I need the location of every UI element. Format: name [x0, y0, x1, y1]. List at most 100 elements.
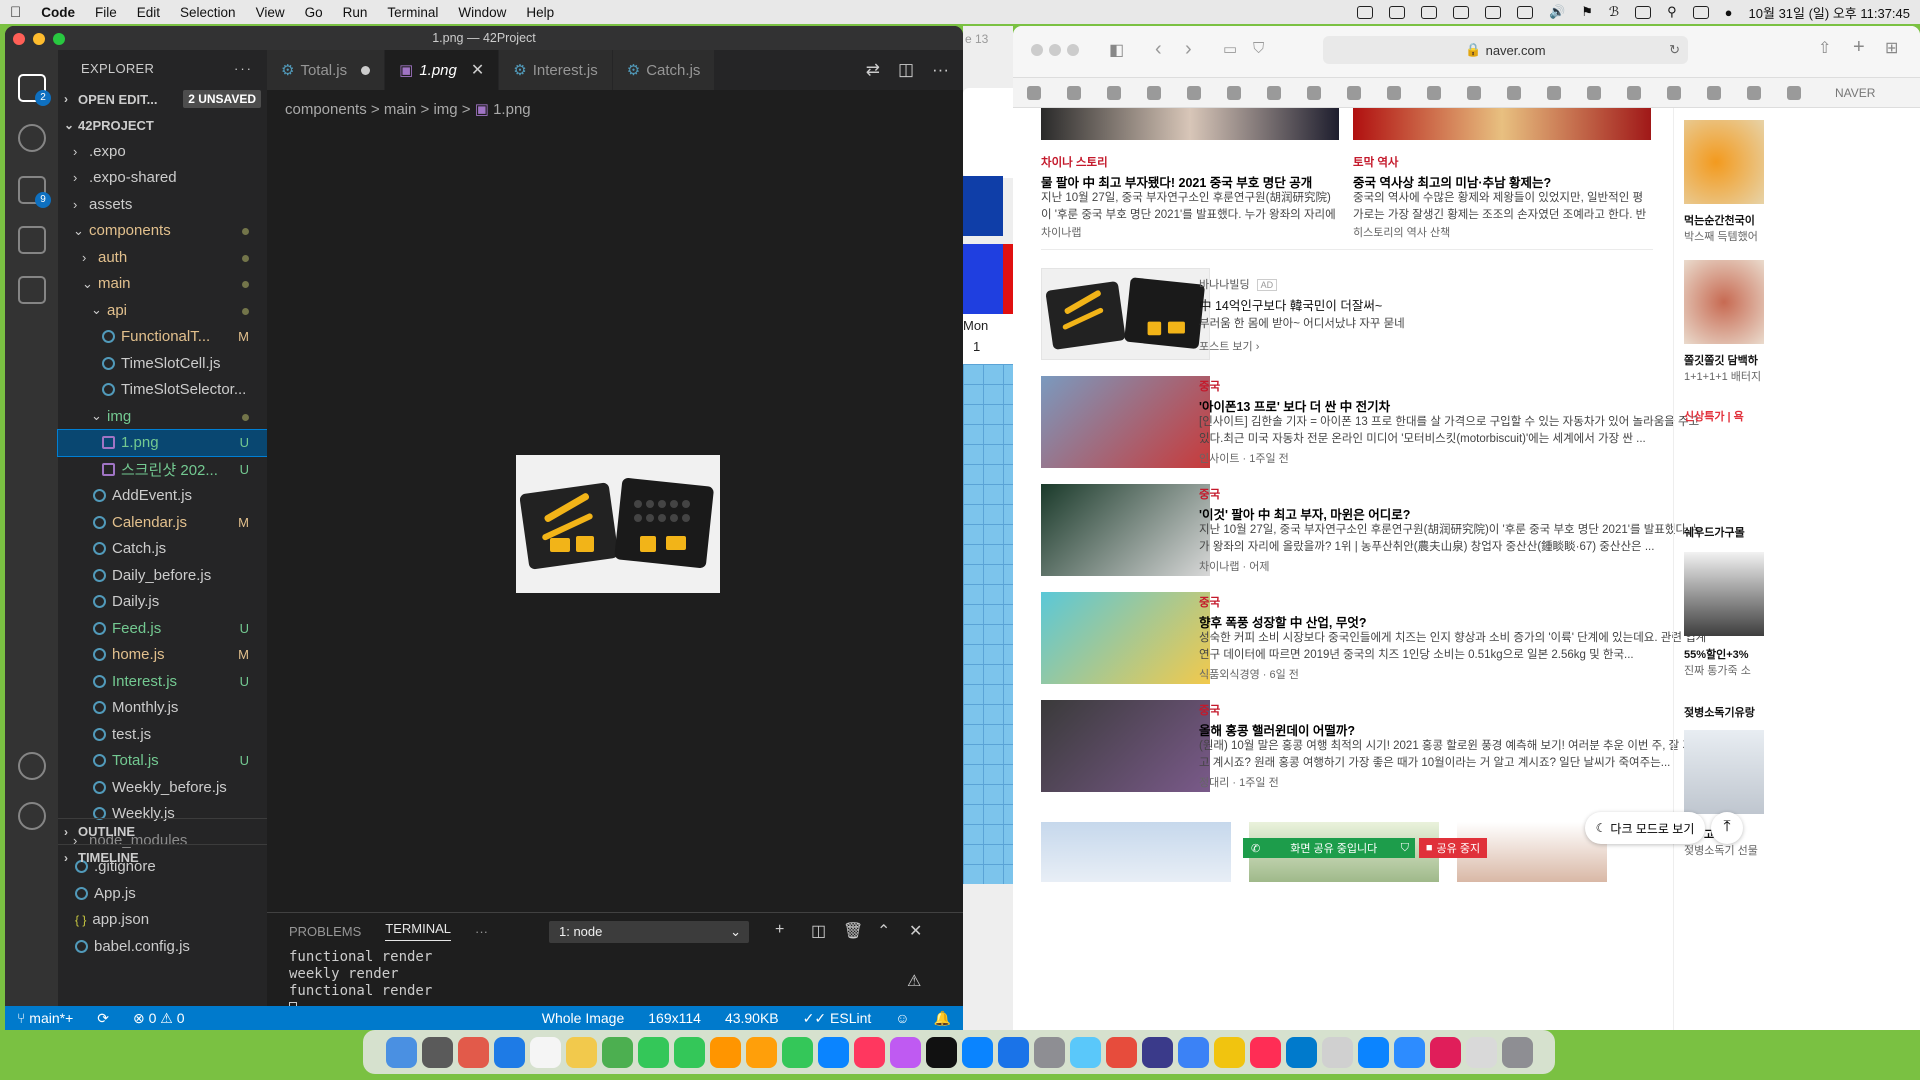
tree-item[interactable]: › auth [58, 244, 267, 271]
unsaved-dot-icon[interactable] [361, 65, 371, 75]
layout-icon[interactable] [1485, 5, 1502, 19]
tree-item[interactable]: 스크린샷 202... U [58, 456, 267, 483]
problems-status[interactable]: ⊗ 0 ⚠ 0 [133, 1010, 185, 1027]
tree-item[interactable]: App.js [58, 880, 267, 907]
more-actions-icon[interactable]: ··· [932, 60, 949, 80]
dock-app-icon[interactable] [1033, 1036, 1065, 1068]
dock-app-icon[interactable] [1105, 1036, 1137, 1068]
dock-app-icon[interactable] [1501, 1036, 1533, 1068]
extensions-icon[interactable] [18, 276, 46, 304]
naver-tab[interactable]: NAVER [1835, 86, 1875, 100]
favorite-site-icon[interactable] [1427, 86, 1441, 100]
shop-title[interactable]: 쉐우드가구몰 [1684, 524, 1745, 540]
ad-desc[interactable]: 부러움 한 몸에 받아~ 어디서났냐 자꾸 묻네 [1199, 316, 1709, 333]
favorite-site-icon[interactable] [1147, 86, 1161, 100]
tab-terminal[interactable]: TERMINAL [385, 921, 451, 941]
tree-item[interactable]: Daily_before.js [58, 562, 267, 589]
eslint-status[interactable]: ✓✓ ESLint [803, 1010, 872, 1027]
dock-app-icon[interactable] [1321, 1036, 1353, 1068]
image-zoom-status[interactable]: Whole Image [542, 1010, 624, 1026]
forward-icon[interactable]: › [1185, 38, 1192, 61]
favorite-site-icon[interactable] [1747, 86, 1761, 100]
control-center-icon[interactable] [1692, 5, 1709, 19]
add-terminal-icon[interactable]: + [775, 921, 784, 939]
article-category[interactable]: 중국 [1199, 702, 1220, 718]
menu-app-name[interactable]: Code [41, 5, 75, 20]
article-category[interactable]: 중국 [1199, 486, 1220, 502]
dock-app-icon[interactable] [1465, 1036, 1497, 1068]
dock-app-icon[interactable] [1285, 1036, 1317, 1068]
dock-app-icon[interactable] [889, 1036, 921, 1068]
trash-icon[interactable]: 🗑 [843, 921, 863, 941]
vpn-icon[interactable] [1453, 5, 1470, 19]
dock-app-icon[interactable] [1429, 1036, 1461, 1068]
status-icon[interactable] [1357, 5, 1374, 19]
product-subtitle[interactable]: 젖병소독기 선물 [1684, 842, 1758, 858]
article-title[interactable]: 향후 폭풍 성장할 中 산업, 무엇? [1199, 612, 1366, 631]
volume-icon[interactable]: 🔊 [1549, 4, 1565, 20]
favorite-site-icon[interactable] [1667, 86, 1681, 100]
minimize-window-button[interactable] [33, 33, 45, 45]
tree-item[interactable]: › assets [58, 191, 267, 218]
article-desc[interactable]: (원래) 10월 말은 홍콩 여행 최적의 시기! 2021 홍콩 할로윈 풍경… [1199, 738, 1709, 772]
run-debug-icon[interactable] [18, 226, 46, 254]
tab-interest-js[interactable]: ⚙ Interest.js [499, 50, 613, 90]
tree-item[interactable]: test.js [58, 721, 267, 748]
product-image[interactable] [1684, 552, 1764, 636]
dock-app-icon[interactable] [601, 1036, 633, 1068]
close-window-button[interactable] [13, 33, 25, 45]
dock-app-icon[interactable] [673, 1036, 705, 1068]
product-image[interactable] [1684, 260, 1764, 344]
dock-app-icon[interactable] [637, 1036, 669, 1068]
battery-icon[interactable] [1635, 5, 1652, 19]
article-desc[interactable]: 지난 10월 27일, 중국 부자연구소인 후룬연구원(胡润研究院)이 '후룬 … [1199, 522, 1709, 556]
tree-item[interactable]: ⌄ main [58, 271, 267, 298]
article-category[interactable]: 중국 [1199, 594, 1220, 610]
dock-app-icon[interactable] [385, 1036, 417, 1068]
accounts-icon[interactable] [18, 752, 46, 780]
tree-item[interactable]: Catch.js [58, 536, 267, 563]
spotlight-icon[interactable]: ⚲ [1667, 4, 1677, 20]
cloud-icon[interactable] [1421, 5, 1438, 19]
menu-run[interactable]: Run [343, 5, 368, 20]
article-image[interactable] [1041, 592, 1210, 684]
favorite-site-icon[interactable] [1107, 86, 1121, 100]
favorite-site-icon[interactable] [1267, 86, 1281, 100]
zoom-window-button[interactable] [1067, 44, 1079, 56]
tab-problems[interactable]: PROBLEMS [289, 924, 361, 939]
split-terminal-icon[interactable]: ◫ [811, 921, 826, 941]
ad-title[interactable]: 中 14억인구보다 韓국민이 더잘써~ [1199, 295, 1382, 314]
close-icon[interactable]: ✕ [471, 60, 484, 80]
dock-app-icon[interactable] [925, 1036, 957, 1068]
breadcrumb-item[interactable]: main [384, 101, 417, 118]
tab-catch-js[interactable]: ⚙ Catch.js [612, 50, 716, 90]
article-title[interactable]: '아이폰13 프로' 보다 더 싼 中 전기차 [1199, 396, 1390, 415]
chevron-up-icon[interactable]: ⌃ [877, 921, 890, 941]
dock-app-icon[interactable] [1177, 1036, 1209, 1068]
promo-tab[interactable]: 신상특가 | 욕 [1684, 408, 1744, 424]
timeline-section[interactable]: › TIMELINE [58, 844, 267, 870]
favorite-site-icon[interactable] [1467, 86, 1481, 100]
favorite-site-icon[interactable] [1027, 86, 1041, 100]
menubar-clock[interactable]: 10월 31일 (일) 오후 11:37:45 [1749, 3, 1910, 22]
siri-icon[interactable]: ● [1725, 5, 1733, 20]
shield-icon[interactable]: ⛉ [1253, 40, 1264, 57]
favorite-site-icon[interactable] [1627, 86, 1641, 100]
sync-icon[interactable]: ⟳ [97, 1010, 109, 1027]
zoom-window-button[interactable] [53, 33, 65, 45]
more-actions-icon[interactable]: ··· [234, 61, 253, 76]
article-category[interactable]: 토막 역사 [1353, 154, 1399, 170]
product-image[interactable] [1684, 120, 1764, 204]
favorite-site-icon[interactable] [1307, 86, 1321, 100]
product-title[interactable]: 먹는순간천국이 [1684, 212, 1755, 228]
back-icon[interactable]: ‹ [1155, 38, 1162, 61]
share-icon[interactable]: ⇧ [1818, 38, 1831, 58]
outline-section[interactable]: › OUTLINE [58, 818, 267, 844]
address-bar[interactable]: 🔒 naver.com ↻ [1323, 36, 1688, 64]
article-title[interactable]: '이것' 팔아 中 최고 부자, 마윈은 어디로? [1199, 504, 1410, 523]
dock-app-icon[interactable] [529, 1036, 561, 1068]
menu-file[interactable]: File [95, 5, 117, 20]
article-meta[interactable]: 차이나랩 · 어제 [1199, 558, 1270, 574]
article-image[interactable] [1041, 484, 1210, 576]
search-icon[interactable] [18, 124, 46, 152]
